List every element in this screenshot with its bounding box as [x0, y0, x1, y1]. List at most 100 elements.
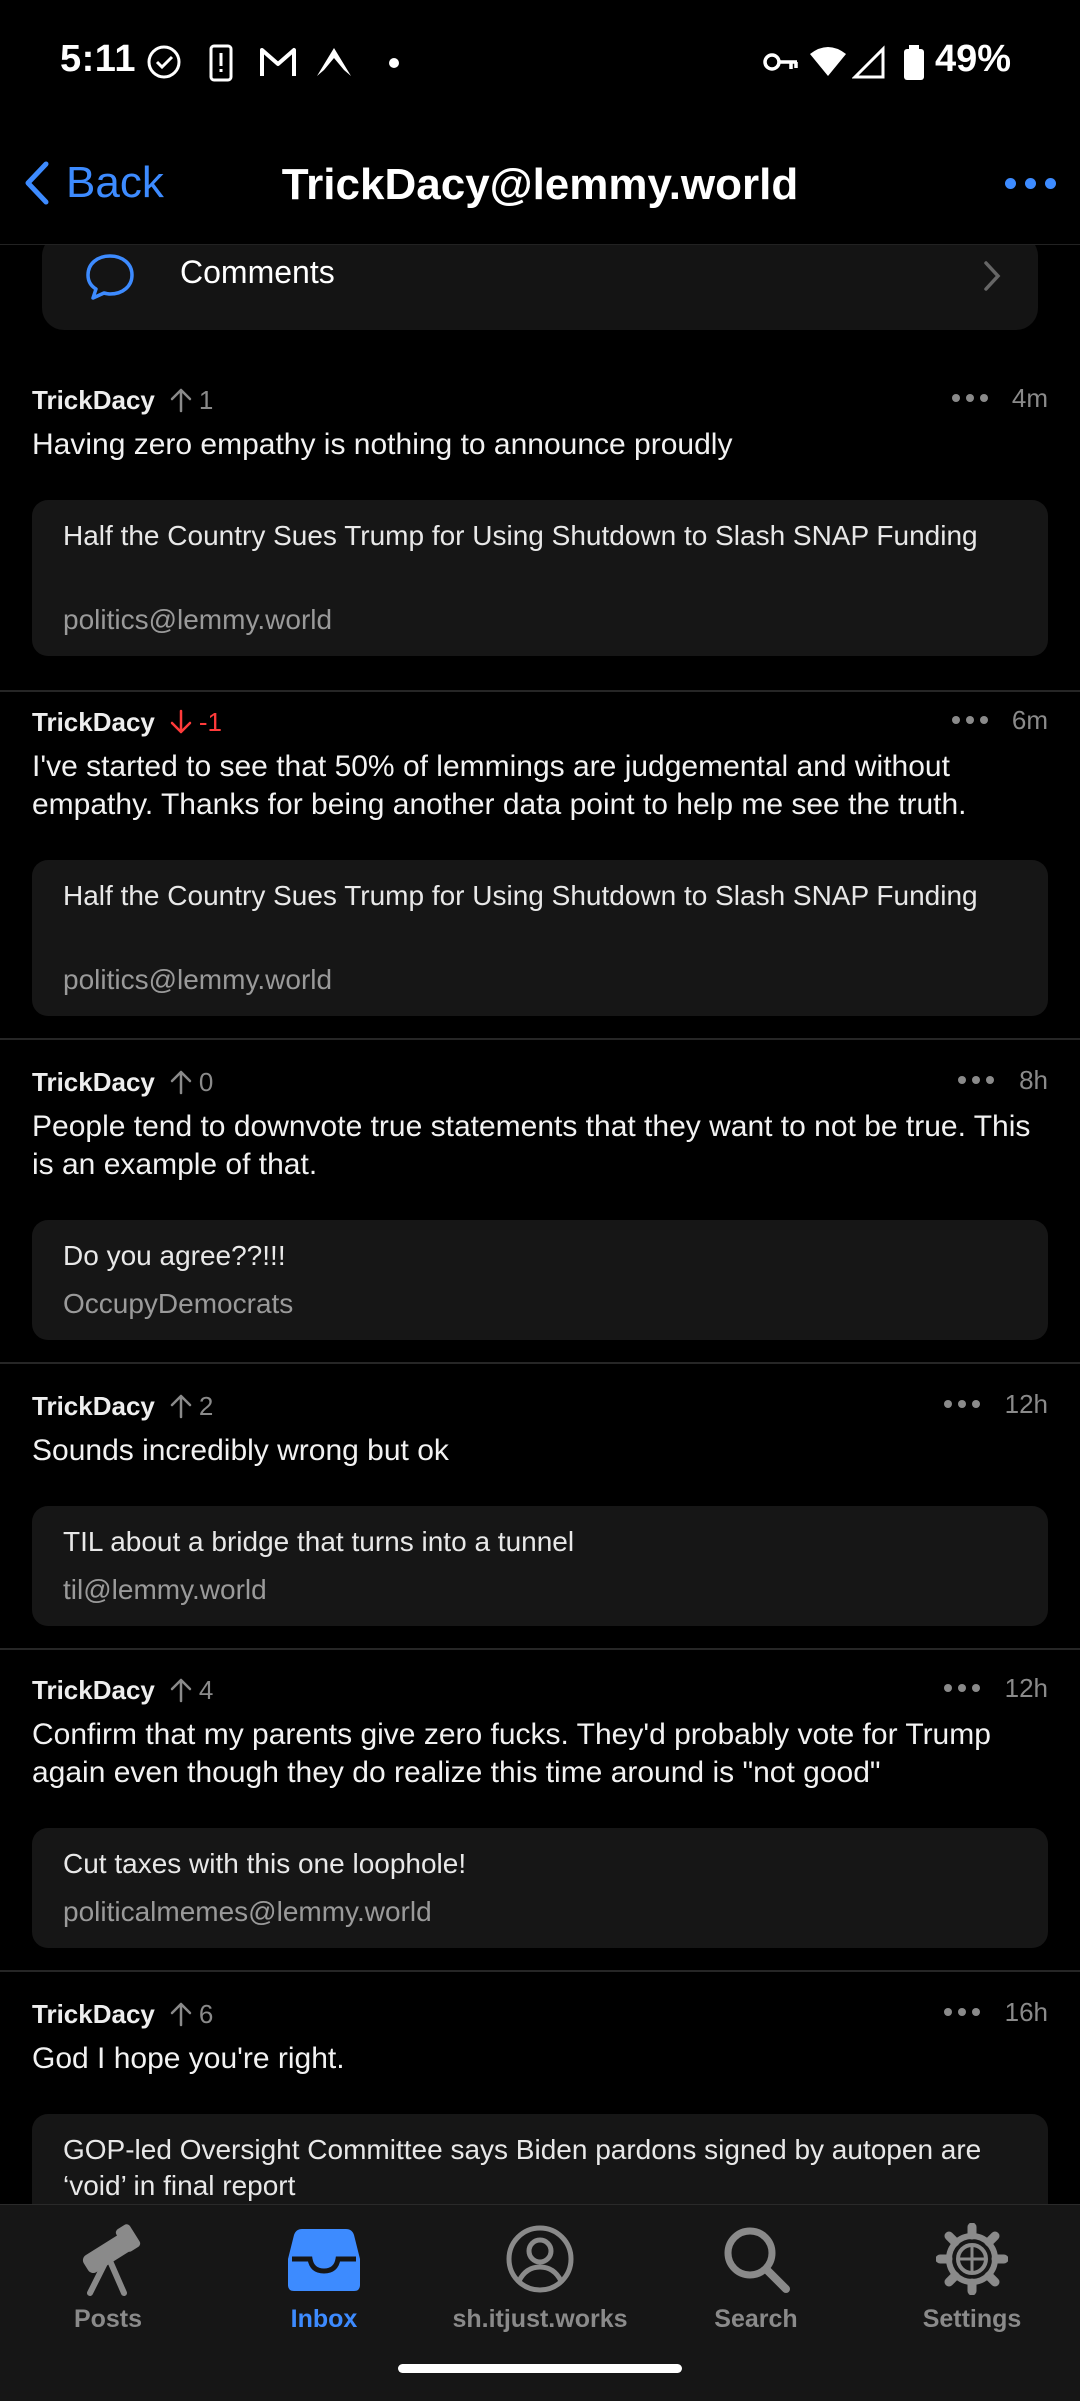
comment-body: God I hope you're right. — [32, 2042, 345, 2075]
inbox-list: Comments TrickDacy 1 4m Having zero empa… — [0, 244, 1080, 2204]
notification-dot-icon — [388, 56, 400, 74]
status-bar: 5:11 49% — [0, 0, 1080, 128]
post-card[interactable]: Half the Country Sues Trump for Using Sh… — [32, 860, 1048, 1016]
comment-author[interactable]: TrickDacy — [32, 1675, 155, 1706]
score-value: 2 — [198, 1390, 214, 1421]
timestamp: 4m — [1011, 383, 1048, 413]
post-title: Do you agree??!!! — [63, 1240, 286, 1271]
home-indicator[interactable] — [398, 2364, 682, 2373]
comment-author[interactable]: TrickDacy — [32, 1067, 155, 1098]
community-name: politicalmemes@lemmy.world — [63, 1896, 432, 1927]
tab-account[interactable]: sh.itjust.works — [432, 2219, 648, 2334]
score-value: -1 — [198, 706, 222, 737]
account-icon — [432, 2219, 648, 2299]
tab-inbox[interactable]: Inbox — [216, 2219, 432, 2334]
more-options-icon[interactable] — [952, 394, 988, 402]
post-title: TIL about a bridge that turns into a tun… — [63, 1526, 575, 1557]
tab-posts[interactable]: Posts — [0, 2219, 216, 2334]
comment-body: Confirm that my parents give zero fucks.… — [32, 1718, 991, 1789]
list-item[interactable]: TrickDacy 2 12h Sounds incredibly wrong … — [0, 1386, 1080, 1650]
list-item[interactable]: TrickDacy 0 8h People tend to downvote t… — [0, 1062, 1080, 1364]
comments-row[interactable]: Comments — [42, 244, 1038, 330]
arrow-up-icon — [170, 388, 192, 413]
more-options-icon[interactable] — [952, 716, 988, 724]
tab-label: Posts — [73, 2305, 143, 2333]
score-value: 4 — [198, 1674, 214, 1705]
telescope-icon — [0, 2219, 216, 2299]
timestamp: 12h — [1004, 1389, 1048, 1419]
nord-vpn-icon — [314, 44, 354, 85]
post-card[interactable]: Cut taxes with this one loophole! politi… — [32, 1828, 1048, 1948]
device-alert-icon — [206, 44, 236, 87]
inbox-tray-icon — [216, 2219, 432, 2299]
comment-author[interactable]: TrickDacy — [32, 1999, 155, 2030]
vote-score: 2 — [169, 1391, 213, 1422]
vote-score: 1 — [169, 385, 213, 416]
timestamp: 12h — [1004, 1673, 1048, 1703]
post-card[interactable]: Do you agree??!!! OccupyDemocrats — [32, 1220, 1048, 1340]
tab-label: sh.itjust.works — [452, 2305, 628, 2333]
community-name: til@lemmy.world — [63, 1574, 267, 1605]
more-options-icon[interactable] — [1005, 178, 1056, 189]
arrow-up-icon — [170, 2002, 192, 2027]
post-card[interactable]: TIL about a bridge that turns into a tun… — [32, 1506, 1048, 1626]
community-name: politics@lemmy.world — [63, 604, 333, 635]
arrow-down-icon — [170, 709, 192, 734]
comment-author[interactable]: TrickDacy — [32, 1391, 155, 1422]
more-options-icon[interactable] — [958, 1076, 994, 1084]
list-item[interactable]: TrickDacy 4 12h Confirm that my parents … — [0, 1670, 1080, 1972]
battery-percent: 49% — [935, 38, 1012, 80]
comment-author[interactable]: TrickDacy — [32, 385, 155, 416]
post-title: Half the Country Sues Trump for Using Sh… — [63, 520, 978, 551]
arrow-up-icon — [170, 1678, 192, 1703]
gmail-icon — [258, 44, 298, 85]
gear-icon — [864, 2219, 1080, 2299]
comments-label: Comments — [180, 254, 335, 290]
post-card[interactable]: Half the Country Sues Trump for Using Sh… — [32, 500, 1048, 656]
comment-body: Having zero empathy is nothing to announ… — [32, 428, 733, 461]
chevron-right-icon — [982, 260, 1002, 297]
vpn-key-icon — [762, 44, 800, 85]
comment-author[interactable]: TrickDacy — [32, 707, 155, 738]
page-title: TrickDacy@lemmy.world — [281, 160, 799, 209]
list-item[interactable]: TrickDacy 1 4m Having zero empathy is no… — [0, 380, 1080, 692]
more-options-icon[interactable] — [944, 1400, 980, 1408]
post-title: Cut taxes with this one loophole! — [63, 1848, 467, 1879]
more-options-icon[interactable] — [944, 1684, 980, 1692]
battery-icon — [902, 44, 926, 87]
search-icon — [648, 2219, 864, 2299]
comment-body: I've started to see that 50% of lemmings… — [32, 750, 967, 821]
community-name: politics@lemmy.world — [63, 964, 333, 995]
list-item[interactable]: TrickDacy -1 6m I've started to see that… — [0, 702, 1080, 1040]
post-card[interactable]: GOP-led Oversight Committee says Biden p… — [32, 2114, 1048, 2204]
vote-score: 4 — [169, 1675, 213, 1706]
timestamp: 6m — [1011, 705, 1048, 735]
timestamp: 16h — [1004, 1997, 1048, 2027]
tab-search[interactable]: Search — [648, 2219, 864, 2334]
tab-settings[interactable]: Settings — [864, 2219, 1080, 2334]
score-value: 1 — [198, 384, 214, 415]
arrow-up-icon — [170, 1394, 192, 1419]
signal-icon — [851, 44, 886, 85]
score-value: 0 — [198, 1066, 214, 1097]
list-item[interactable]: TrickDacy 6 16h God I hope you're right.… — [0, 1994, 1080, 2204]
wifi-icon — [808, 44, 848, 85]
community-name: OccupyDemocrats — [63, 1288, 294, 1319]
timestamp: 8h — [1019, 1065, 1048, 1095]
vote-score: -1 — [169, 707, 222, 738]
score-value: 6 — [198, 1998, 214, 2029]
check-circle-icon — [146, 44, 182, 85]
comment-body: People tend to downvote true statements … — [32, 1110, 1031, 1181]
tab-label: Settings — [922, 2305, 1022, 2333]
vote-score: 0 — [169, 1067, 213, 1098]
vote-score: 6 — [169, 1999, 213, 2030]
tab-label: Inbox — [290, 2305, 358, 2333]
more-options-icon[interactable] — [944, 2008, 980, 2016]
comment-bubble-icon — [84, 252, 136, 307]
post-title: Half the Country Sues Trump for Using Sh… — [63, 880, 978, 911]
arrow-up-icon — [170, 1070, 192, 1095]
post-title: GOP-led Oversight Committee says Biden p… — [63, 2134, 982, 2201]
status-time: 5:11 — [60, 38, 136, 80]
tab-label: Search — [714, 2305, 798, 2333]
comment-body: Sounds incredibly wrong but ok — [32, 1434, 449, 1467]
